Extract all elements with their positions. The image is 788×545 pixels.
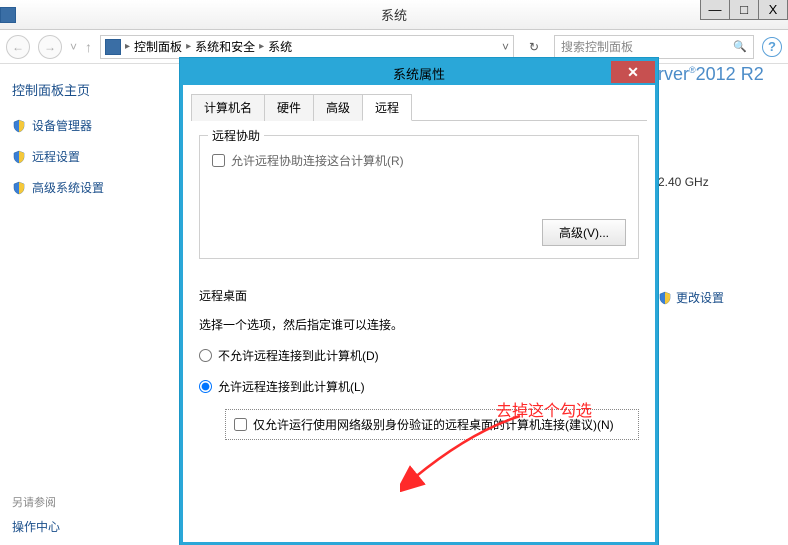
sidebar-item-device-manager[interactable]: 设备管理器	[12, 117, 168, 134]
sidebar-item-label: 远程设置	[32, 148, 80, 165]
tab-remote[interactable]: 远程	[362, 94, 412, 121]
see-also-label: 另请参阅	[12, 494, 60, 510]
dialog-body: 计算机名 硬件 高级 远程 远程协助 允许远程协助连接这台计算机(R) 高级(V…	[183, 85, 655, 542]
radio-allow-label: 允许远程连接到此计算机(L)	[218, 378, 365, 395]
radio-disallow-label: 不允许远程连接到此计算机(D)	[218, 347, 379, 364]
nav-history-dropdown-icon[interactable]: ˅	[70, 40, 77, 54]
allow-remote-assistance-checkbox-row[interactable]: 允许远程协助连接这台计算机(R)	[212, 152, 626, 169]
shield-icon	[12, 181, 26, 195]
close-button[interactable]: X	[758, 0, 788, 20]
breadcrumb-sep: ▸	[125, 41, 130, 52]
sidebar-item-advanced-settings[interactable]: 高级系统设置	[12, 179, 168, 196]
help-button[interactable]: ?	[762, 37, 782, 57]
remote-assistance-group: 远程协助 允许远程协助连接这台计算机(R) 高级(V)...	[199, 135, 639, 259]
sidebar-title: 控制面板主页	[12, 80, 168, 99]
breadcrumb-item[interactable]: 控制面板	[134, 38, 182, 55]
radio-allow[interactable]	[199, 380, 212, 393]
right-content: rver®2012 R2 2.40 GHz 更改设置	[658, 64, 788, 306]
dialog-tabs: 计算机名 硬件 高级 远程	[191, 93, 647, 121]
breadcrumb-sep: ▸	[259, 41, 264, 52]
dialog-titlebar: 系统属性 ✕	[183, 61, 655, 85]
breadcrumb-sep: ▸	[186, 41, 191, 52]
address-dropdown-icon[interactable]: ˅	[502, 40, 509, 54]
radio-disallow[interactable]	[199, 349, 212, 362]
brand-label: rver®2012 R2	[658, 64, 788, 85]
remote-assistance-advanced-button[interactable]: 高级(V)...	[542, 219, 626, 246]
breadcrumb-item[interactable]: 系统和安全	[195, 38, 255, 55]
shield-icon	[12, 150, 26, 164]
search-placeholder: 搜索控制面板	[561, 38, 633, 55]
action-center-link[interactable]: 操作中心	[12, 518, 60, 535]
system-properties-dialog: 系统属性 ✕ 计算机名 硬件 高级 远程 远程协助 允许远程协助连接这台计算机(…	[180, 58, 658, 545]
nav-up-button[interactable]: ↑	[85, 39, 92, 55]
window-titlebar: 系统 — □ X	[0, 0, 788, 30]
dialog-title: 系统属性	[393, 64, 445, 83]
dialog-close-button[interactable]: ✕	[611, 61, 655, 83]
tab-computer-name[interactable]: 计算机名	[191, 94, 265, 121]
system-icon	[0, 7, 16, 23]
remote-assistance-legend: 远程协助	[208, 127, 264, 144]
maximize-button[interactable]: □	[729, 0, 759, 20]
change-settings-link[interactable]: 更改设置	[658, 289, 788, 306]
sidebar-item-remote-settings[interactable]: 远程设置	[12, 148, 168, 165]
cpu-speed-label: 2.40 GHz	[658, 175, 788, 189]
window-title: 系统	[381, 5, 407, 24]
sidebar-footer: 另请参阅 操作中心	[12, 494, 60, 535]
nav-forward-button[interactable]: →	[38, 35, 62, 59]
control-panel-icon	[105, 39, 121, 55]
allow-remote-assistance-label: 允许远程协助连接这台计算机(R)	[231, 152, 404, 169]
tab-advanced[interactable]: 高级	[313, 94, 363, 121]
minimize-button[interactable]: —	[700, 0, 730, 20]
sidebar: 控制面板主页 设备管理器 远程设置 高级系统设置 另请参阅 操作中心	[0, 64, 180, 545]
change-settings-label: 更改设置	[676, 289, 724, 306]
window-controls: — □ X	[701, 0, 788, 20]
breadcrumb-item[interactable]: 系统	[268, 38, 292, 55]
nla-checkbox[interactable]	[234, 418, 247, 431]
sidebar-item-label: 高级系统设置	[32, 179, 104, 196]
search-icon: 🔍	[733, 40, 747, 53]
search-input[interactable]: 搜索控制面板 🔍	[554, 35, 754, 59]
radio-disallow-row[interactable]: 不允许远程连接到此计算机(D)	[199, 347, 639, 364]
tab-hardware[interactable]: 硬件	[264, 94, 314, 121]
allow-remote-assistance-checkbox[interactable]	[212, 154, 225, 167]
remote-desktop-legend: 远程桌面	[199, 287, 639, 304]
nav-back-button[interactable]: ←	[6, 35, 30, 59]
remote-desktop-instruction: 选择一个选项，然后指定谁可以连接。	[199, 316, 639, 333]
annotation-text: 去掉这个勾选	[496, 397, 592, 421]
sidebar-item-label: 设备管理器	[32, 117, 92, 134]
shield-icon	[658, 291, 672, 305]
shield-icon	[12, 119, 26, 133]
refresh-button[interactable]: ↻	[522, 35, 546, 59]
address-bar[interactable]: ▸ 控制面板 ▸ 系统和安全 ▸ 系统 ˅	[100, 35, 514, 59]
radio-allow-row[interactable]: 允许远程连接到此计算机(L)	[199, 378, 639, 395]
